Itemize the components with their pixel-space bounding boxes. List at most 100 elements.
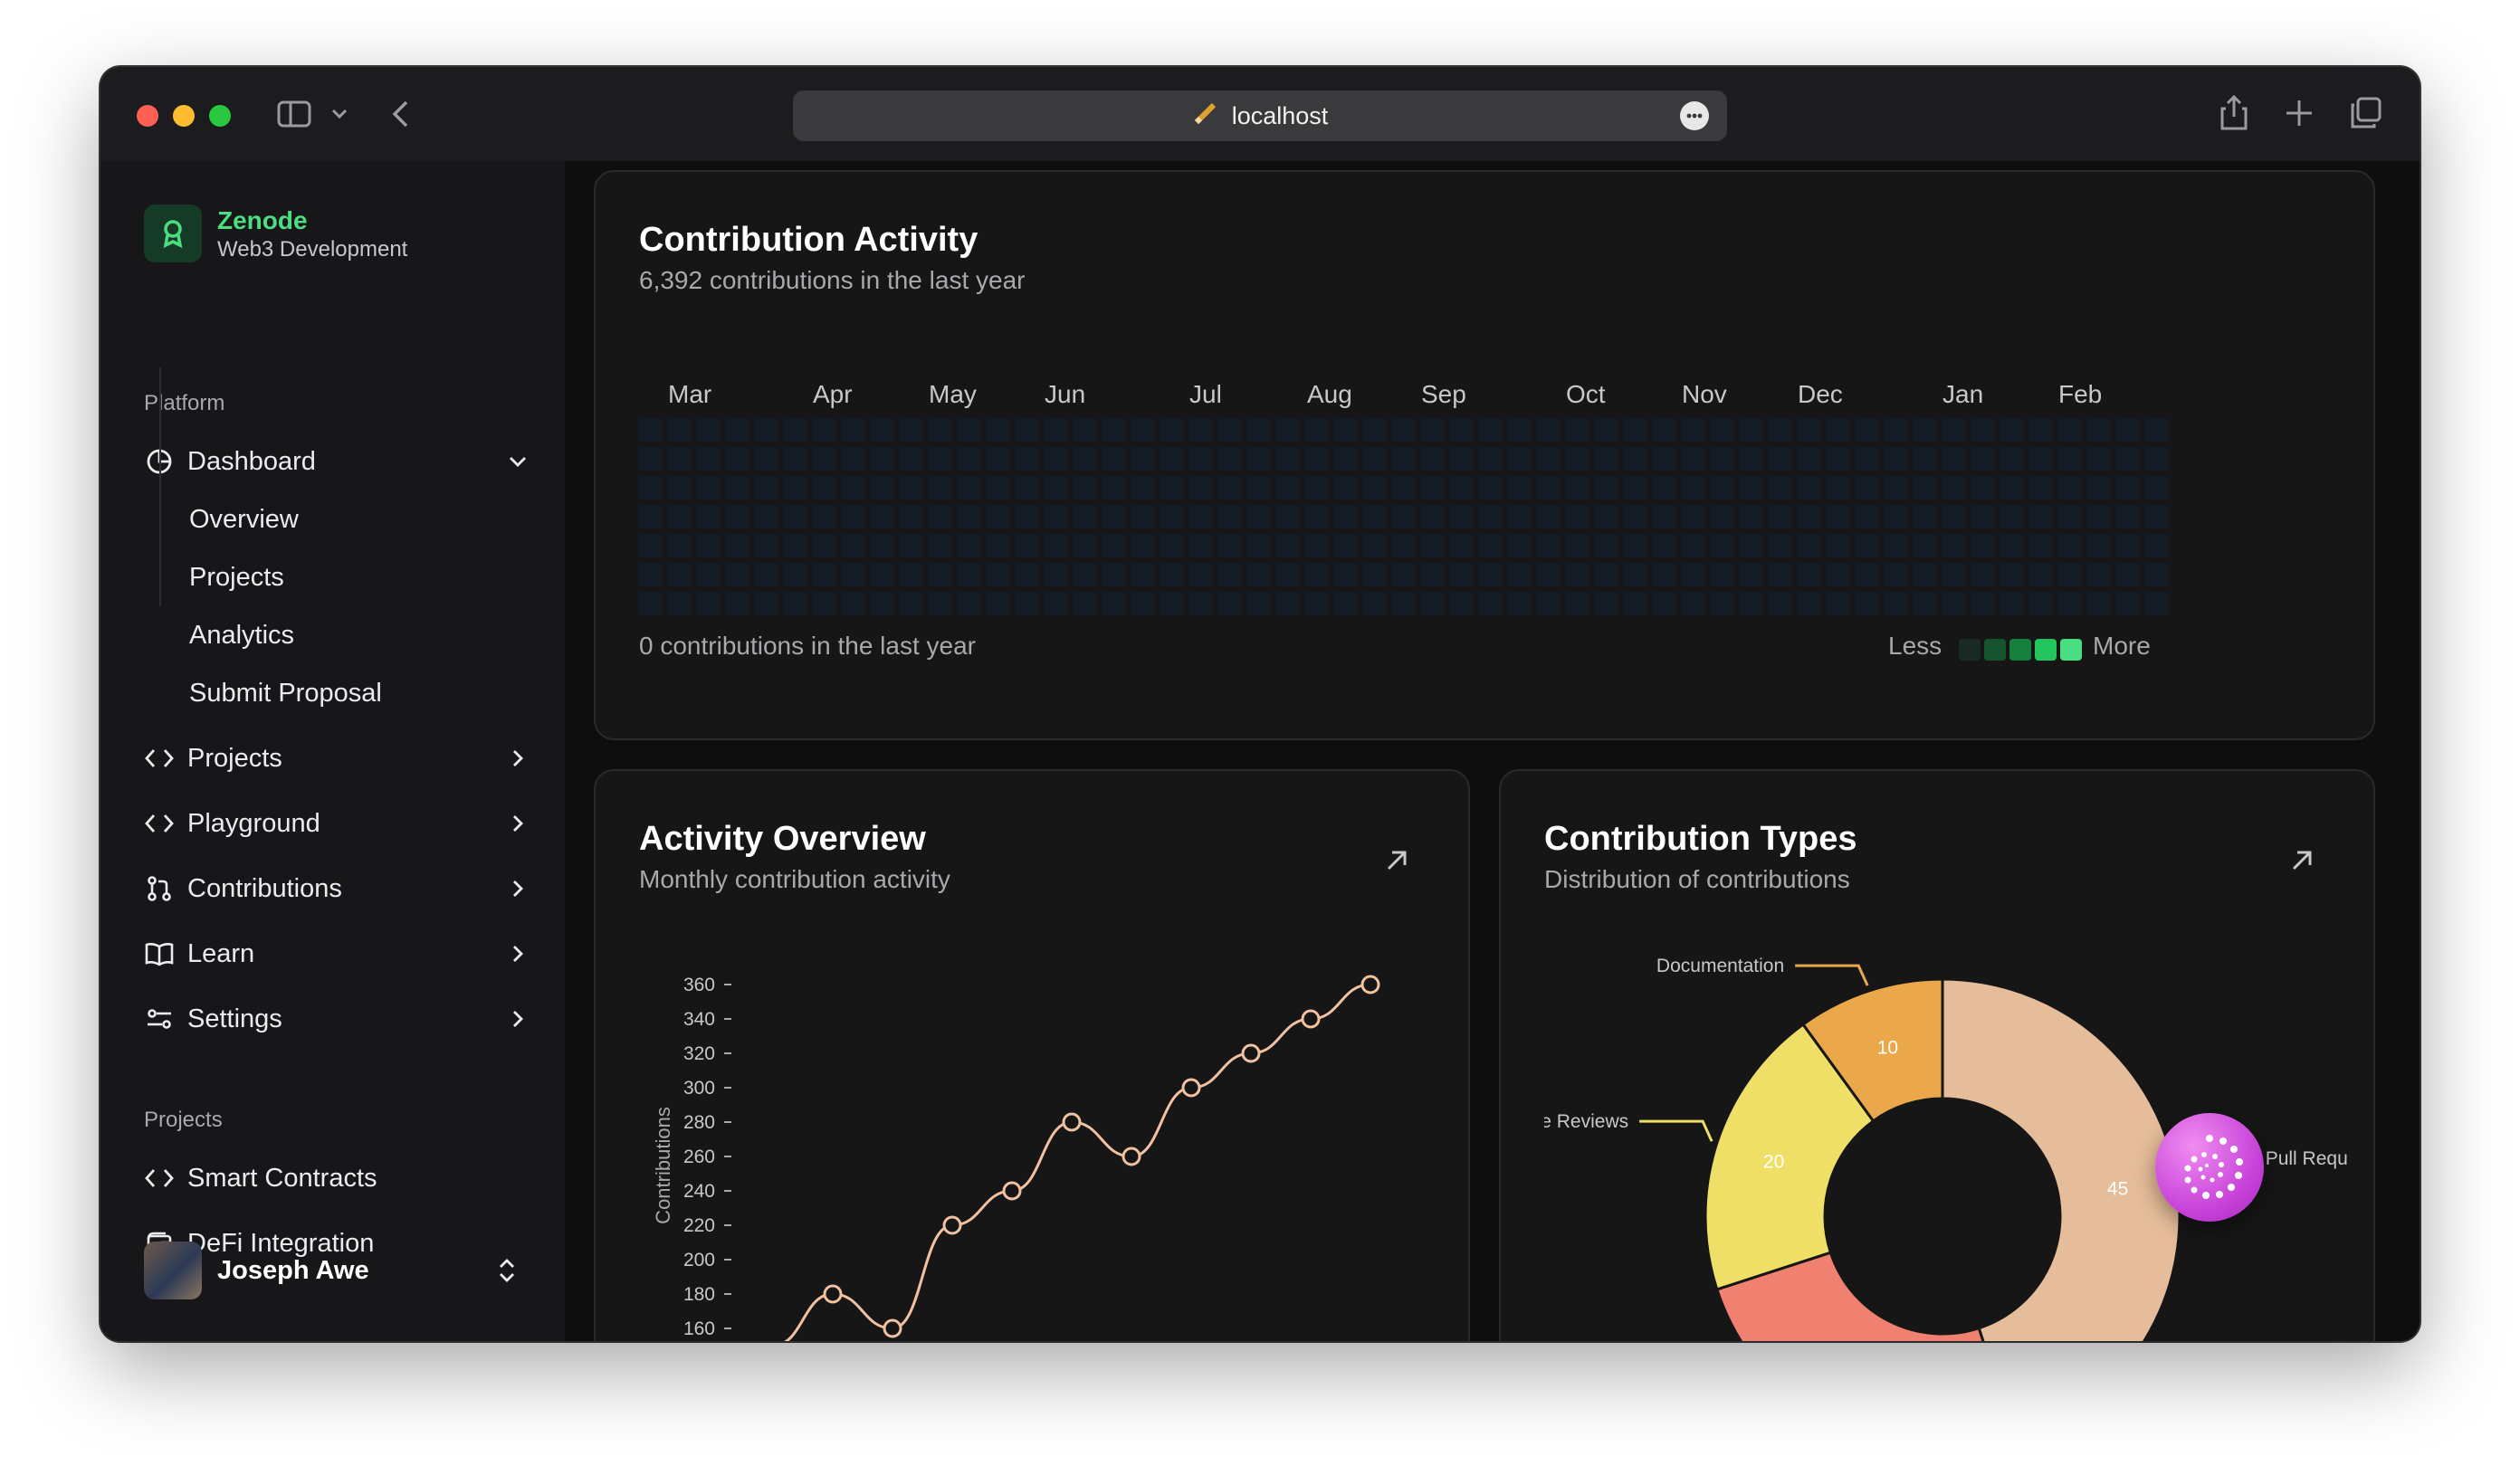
heatmap-cell[interactable] [1016,563,1039,586]
sidebar-item-smart-contracts[interactable]: Smart Contracts [144,1155,533,1202]
heatmap-cell[interactable] [1537,592,1561,615]
heatmap-cell[interactable] [1392,592,1416,615]
heatmap-cell[interactable] [1885,505,1908,528]
heatmap-cell[interactable] [813,563,836,586]
heatmap-cell[interactable] [755,505,778,528]
heatmap-cell[interactable] [1102,592,1126,615]
back-arrow-icon[interactable] [390,100,412,133]
heatmap-cell[interactable] [1045,592,1068,615]
expand-arrow-icon[interactable] [1381,845,1412,876]
heatmap-cell[interactable] [2029,476,2053,500]
heatmap-cell[interactable] [1798,563,1821,586]
heatmap-cell[interactable] [1363,592,1387,615]
heatmap-cell[interactable] [1942,563,1966,586]
heatmap-cell[interactable] [958,476,981,500]
heatmap-cell[interactable] [755,418,778,442]
line-point[interactable] [1241,1043,1261,1063]
heatmap-cell[interactable] [1421,534,1445,557]
heatmap-cell[interactable] [1131,418,1155,442]
heatmap-cell[interactable] [1740,418,1763,442]
heatmap-cell[interactable] [1827,476,1850,500]
heatmap-cell[interactable] [1827,418,1850,442]
heatmap-cell[interactable] [1131,447,1155,471]
heatmap-cell[interactable] [1914,592,1937,615]
heatmap-cell[interactable] [639,592,663,615]
heatmap-cell[interactable] [1160,592,1184,615]
heatmap-cell[interactable] [987,592,1010,615]
heatmap-cell[interactable] [2000,447,2024,471]
heatmap-cell[interactable] [2000,476,2024,500]
brand-logo[interactable] [144,205,202,262]
heatmap-cell[interactable] [1624,563,1647,586]
heatmap-cell[interactable] [1885,418,1908,442]
heatmap-cell[interactable] [1276,505,1300,528]
sidebar-subitem-analytics[interactable]: Analytics [189,612,294,659]
chevron-down-icon[interactable] [502,446,533,477]
heatmap-cell[interactable] [1218,534,1242,557]
heatmap-cell[interactable] [2145,592,2169,615]
heatmap-cell[interactable] [1102,563,1126,586]
heatmap-cell[interactable] [1856,447,1879,471]
heatmap-cell[interactable] [2116,534,2140,557]
heatmap-cell[interactable] [1537,563,1561,586]
heatmap-cell[interactable] [1885,476,1908,500]
heatmap-cell[interactable] [1508,476,1532,500]
heatmap-cell[interactable] [929,563,952,586]
heatmap-cell[interactable] [871,592,894,615]
heatmap-cell[interactable] [1160,447,1184,471]
heatmap-cell[interactable] [1971,592,1995,615]
heatmap-cell[interactable] [1508,592,1532,615]
heatmap-cell[interactable] [668,418,692,442]
heatmap-cell[interactable] [2145,418,2169,442]
heatmap-cell[interactable] [1102,447,1126,471]
heatmap-cell[interactable] [1276,534,1300,557]
chevron-right-icon[interactable] [502,873,533,904]
heatmap-cell[interactable] [697,505,721,528]
heatmap-cell[interactable] [2116,418,2140,442]
heatmap-cell[interactable] [2029,563,2053,586]
heatmap-cell[interactable] [1421,563,1445,586]
sidebar-item-contributions[interactable]: Contributions [144,865,533,912]
sidebar-item-playground[interactable]: Playground [144,800,533,847]
heatmap-cell[interactable] [1682,592,1705,615]
heatmap-cell[interactable] [784,418,807,442]
heatmap-cell[interactable] [1537,447,1561,471]
heatmap-cell[interactable] [784,592,807,615]
heatmap-cell[interactable] [1276,447,1300,471]
heatmap-cell[interactable] [1856,476,1879,500]
heatmap-cell[interactable] [1421,447,1445,471]
sidebar-item-projects[interactable]: Projects [144,735,533,782]
heatmap-cell[interactable] [1160,476,1184,500]
heatmap-cell[interactable] [900,592,923,615]
heatmap-cell[interactable] [871,534,894,557]
heatmap-cell[interactable] [1334,418,1358,442]
heatmap-cell[interactable] [1537,418,1561,442]
heatmap-cell[interactable] [1074,563,1097,586]
heatmap-cell[interactable] [1074,447,1097,471]
heatmap-cell[interactable] [668,534,692,557]
heatmap-cell[interactable] [1508,505,1532,528]
heatmap-cell[interactable] [1334,563,1358,586]
heatmap-cell[interactable] [813,534,836,557]
address-bar[interactable]: localhost [793,90,1727,141]
heatmap-cell[interactable] [1682,418,1705,442]
heatmap-cell[interactable] [1798,534,1821,557]
heatmap-cell[interactable] [726,534,749,557]
sidebar-item-learn[interactable]: Learn [144,930,533,977]
heatmap-cell[interactable] [1363,505,1387,528]
heatmap-cell[interactable] [2087,534,2111,557]
heatmap-cell[interactable] [1160,505,1184,528]
chevron-down-icon[interactable] [330,107,348,126]
heatmap-cell[interactable] [813,418,836,442]
heatmap-cell[interactable] [2000,592,2024,615]
heatmap-cell[interactable] [900,418,923,442]
heatmap-cell[interactable] [1942,418,1966,442]
heatmap-cell[interactable] [697,476,721,500]
heatmap-cell[interactable] [1711,476,1734,500]
heatmap-cell[interactable] [1682,505,1705,528]
heatmap-cell[interactable] [1160,563,1184,586]
heatmap-cell[interactable] [1305,592,1329,615]
heatmap-cell[interactable] [1363,447,1387,471]
heatmap-cell[interactable] [2087,476,2111,500]
heatmap-cell[interactable] [1827,592,1850,615]
